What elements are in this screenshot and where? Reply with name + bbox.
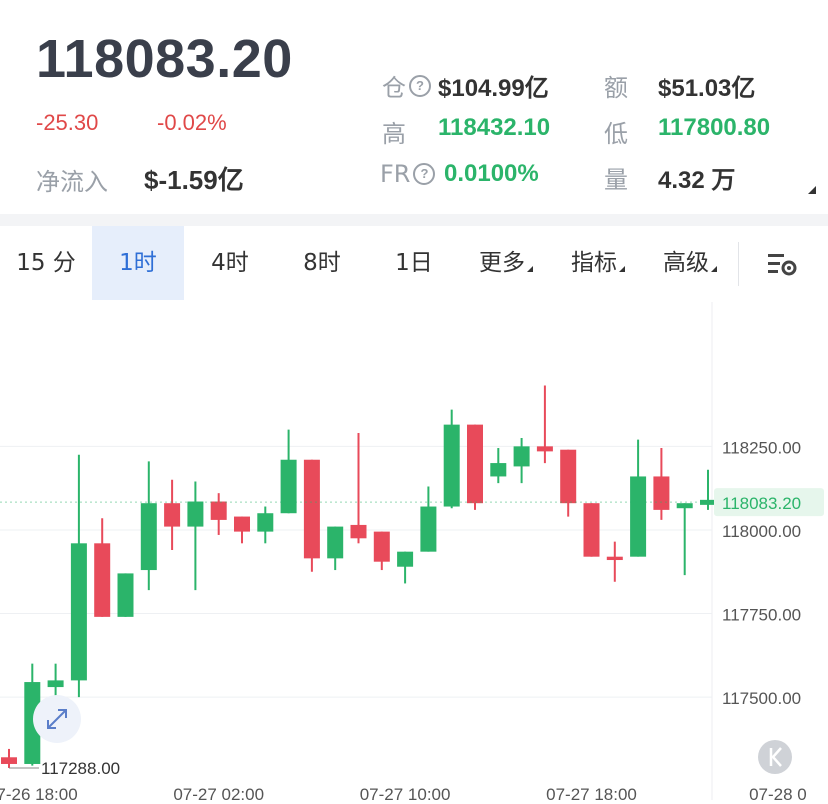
candlestick-chart[interactable]: 118250.00 118000.00 117750.00 117500.00 07-2…	[0, 302, 828, 804]
y-tick-label: 117500.00	[722, 689, 801, 708]
tab-more[interactable]: 更多	[460, 226, 552, 300]
candle-body[interactable]	[327, 526, 344, 559]
last-price: 118083.20	[36, 29, 293, 89]
turnover-label: 额	[604, 74, 628, 102]
candle-body[interactable]	[606, 556, 623, 561]
candle-body[interactable]	[700, 499, 716, 505]
x-tick-label: 07-28 0	[749, 785, 807, 800]
back-to-latest-icon[interactable]	[758, 740, 792, 774]
candle-body[interactable]	[47, 680, 64, 688]
tab-1d[interactable]: 1日	[368, 226, 460, 300]
tab-label: 指标	[571, 250, 617, 276]
x-tick-label: 07-26 18:00	[0, 785, 78, 800]
x-tick-label: 07-27 18:00	[546, 785, 637, 800]
help-icon[interactable]: ?	[409, 74, 431, 97]
low-value: 117800.80	[658, 114, 771, 141]
candle-body[interactable]	[583, 503, 600, 557]
open-interest-label[interactable]: 仓?	[382, 68, 431, 103]
tab-1h[interactable]: 1时	[92, 226, 184, 300]
candle-body[interactable]	[373, 531, 390, 562]
candle-body[interactable]	[280, 459, 297, 514]
tab-label: 1时	[119, 250, 157, 276]
candle-body[interactable]	[676, 503, 693, 509]
candle-body[interactable]	[303, 459, 320, 559]
candle-body[interactable]	[1, 757, 17, 764]
candle-body[interactable]	[234, 516, 250, 532]
interval-tab-bar: 15 分 1时 4时 8时 1日 更多 指标 高级	[0, 226, 828, 302]
open-interest-value: $104.99亿	[438, 75, 549, 102]
tab-separator	[738, 242, 739, 286]
chart-canvas[interactable]: 118250.00 118000.00 117750.00 117500.00 07-2…	[0, 302, 828, 804]
funding-rate-label-text: FR	[380, 160, 411, 188]
market-header: 118083.20 -25.30 -0.02% 净流入 $-1.59亿 仓? $…	[0, 0, 828, 214]
funding-rate-value: 0.0100%	[444, 160, 539, 187]
help-icon[interactable]: ?	[413, 163, 436, 185]
candle-body[interactable]	[397, 551, 414, 567]
y-tick-label: 117750.00	[722, 606, 801, 625]
tab-4h[interactable]: 4时	[184, 226, 276, 300]
open-interest-label-text: 仓	[382, 74, 406, 102]
tab-advanced[interactable]: 高级	[644, 226, 736, 300]
min-annotation: 117288.00	[41, 759, 120, 778]
volume-value: 4.32 万	[658, 167, 736, 194]
candle-body[interactable]	[560, 449, 577, 504]
volume-label: 量	[604, 166, 628, 194]
candle-body[interactable]	[467, 424, 483, 504]
dropdown-icon	[711, 266, 717, 272]
net-inflow-label: 净流入	[36, 168, 108, 196]
candle-body[interactable]	[350, 524, 367, 539]
x-tick-label: 07-27 10:00	[360, 785, 451, 800]
price-change-percent: -0.02%	[157, 110, 227, 135]
candle-body[interactable]	[140, 503, 157, 571]
tab-label: 高级	[663, 250, 709, 276]
tab-label: 8时	[303, 250, 341, 276]
candle-body[interactable]	[117, 573, 134, 617]
chart-settings-icon[interactable]	[766, 250, 798, 278]
tab-indicators[interactable]: 指标	[552, 226, 644, 300]
low-label: 低	[604, 120, 628, 148]
candle-body[interactable]	[420, 506, 437, 552]
price-change: -25.30	[36, 110, 99, 135]
turnover-value: $51.03亿	[658, 75, 756, 102]
high-label: 高	[382, 120, 406, 148]
y-tick-label: 118000.00	[722, 522, 801, 541]
dropdown-icon	[527, 266, 533, 272]
net-inflow-value: $-1.59亿	[144, 165, 244, 195]
candle-body[interactable]	[536, 446, 553, 452]
candle-body[interactable]	[257, 513, 274, 532]
tab-label: 4时	[211, 250, 249, 276]
tab-label: 15 分	[16, 250, 76, 276]
candle-body[interactable]	[70, 543, 87, 681]
x-tick-label: 07-27 02:00	[173, 785, 264, 800]
dropdown-icon	[619, 266, 625, 272]
candle-body[interactable]	[490, 463, 507, 477]
candle-body[interactable]	[653, 476, 670, 510]
y-tick-label: 118250.00	[722, 438, 801, 457]
candle-body[interactable]	[210, 501, 227, 520]
tab-label: 更多	[479, 250, 525, 276]
candle-body[interactable]	[187, 501, 204, 527]
divider	[0, 214, 828, 226]
tab-label: 1日	[395, 250, 433, 276]
high-value: 118432.10	[438, 114, 551, 141]
candle-body[interactable]	[94, 543, 111, 617]
tab-15m[interactable]: 15 分	[0, 226, 92, 300]
last-price-label: 118083.20	[722, 494, 801, 513]
tab-8h[interactable]: 8时	[276, 226, 368, 300]
candle-body[interactable]	[630, 476, 647, 557]
candle-body[interactable]	[443, 424, 460, 507]
candle-body[interactable]	[513, 446, 530, 467]
expand-corner-icon[interactable]	[808, 186, 816, 194]
funding-rate-label[interactable]: FR?	[380, 160, 436, 188]
candle-body[interactable]	[164, 503, 181, 527]
